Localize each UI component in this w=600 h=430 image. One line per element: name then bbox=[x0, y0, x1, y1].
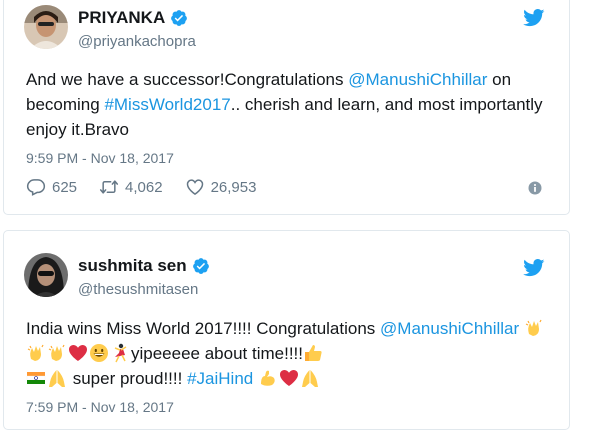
avatar[interactable] bbox=[24, 253, 68, 297]
tweet-text-segment: super proud!!!! bbox=[68, 369, 188, 388]
folded-hands-emoji-icon bbox=[49, 370, 65, 387]
avatar[interactable] bbox=[24, 5, 68, 49]
dancer-emoji-icon bbox=[114, 343, 127, 363]
verified-badge-icon bbox=[170, 9, 188, 27]
retweet-icon bbox=[99, 180, 119, 194]
retweet-count: 4,062 bbox=[125, 178, 163, 196]
folded-hands-emoji-icon bbox=[301, 370, 318, 387]
tweet-text-segment: And we have a successor!Congratulations bbox=[26, 70, 349, 89]
display-name-text[interactable]: PRIYANKA bbox=[78, 8, 165, 28]
grinning-face-emoji-icon bbox=[90, 344, 108, 362]
twitter-bird-icon[interactable] bbox=[523, 259, 545, 277]
tweet-actions: 625 4,062 26,953 bbox=[26, 177, 278, 197]
clapping-hands-emoji-icon bbox=[27, 344, 44, 361]
display-name-text[interactable]: sushmita sen bbox=[78, 256, 187, 276]
reply-icon bbox=[26, 179, 46, 196]
like-button[interactable]: 26,953 bbox=[185, 177, 257, 197]
tweet-card-sushmita[interactable]: sushmita sen @thesushmitasen India wins … bbox=[3, 230, 570, 430]
flexed-biceps-emoji-icon bbox=[260, 370, 275, 386]
hashtag-link[interactable]: #JaiHind bbox=[187, 369, 253, 388]
twitter-bird-icon[interactable] bbox=[523, 9, 545, 27]
tweet-timestamp[interactable]: 9:59 PM - Nov 18, 2017 bbox=[26, 150, 174, 166]
heart-icon bbox=[186, 179, 203, 195]
reply-button[interactable]: 625 bbox=[26, 177, 77, 197]
display-name[interactable]: sushmita sen bbox=[78, 256, 210, 276]
tweet-timestamp[interactable]: 7:59 PM - Nov 18, 2017 bbox=[26, 399, 174, 415]
display-name[interactable]: PRIYANKA bbox=[78, 8, 188, 28]
india-flag-emoji-icon bbox=[26, 372, 46, 384]
tweet-text-segment: yipeeeee about time!!!! bbox=[131, 344, 304, 363]
clapping-hands-emoji-icon bbox=[525, 319, 542, 336]
mention-link[interactable]: @ManushiChhillar bbox=[380, 319, 519, 338]
red-heart-emoji-icon bbox=[279, 370, 298, 386]
red-heart-emoji-icon bbox=[69, 345, 87, 361]
hashtag-link[interactable]: #MissWorld2017 bbox=[104, 95, 230, 114]
clapping-hands-emoji-icon bbox=[48, 344, 65, 361]
like-count: 26,953 bbox=[210, 178, 257, 196]
mention-link[interactable]: @ManushiChhillar bbox=[348, 70, 487, 89]
reply-count: 625 bbox=[52, 178, 78, 196]
tweet-text: And we have a successor!Congratulations … bbox=[26, 67, 556, 142]
verified-badge-icon bbox=[192, 257, 210, 275]
username[interactable]: @thesushmitasen bbox=[78, 281, 198, 298]
thumbs-up-emoji-icon bbox=[305, 345, 322, 361]
tweet-card-priyanka[interactable]: PRIYANKA @priyankachopra And we have a s… bbox=[3, 0, 570, 215]
retweet-button[interactable]: 4,062 bbox=[99, 177, 163, 197]
tweet-text-segment: India wins Miss World 2017!!!! Congratul… bbox=[26, 319, 381, 338]
info-icon[interactable] bbox=[528, 181, 542, 195]
username[interactable]: @priyankachopra bbox=[78, 33, 196, 50]
tweet-text: India wins Miss World 2017!!!! Congratul… bbox=[26, 316, 556, 391]
